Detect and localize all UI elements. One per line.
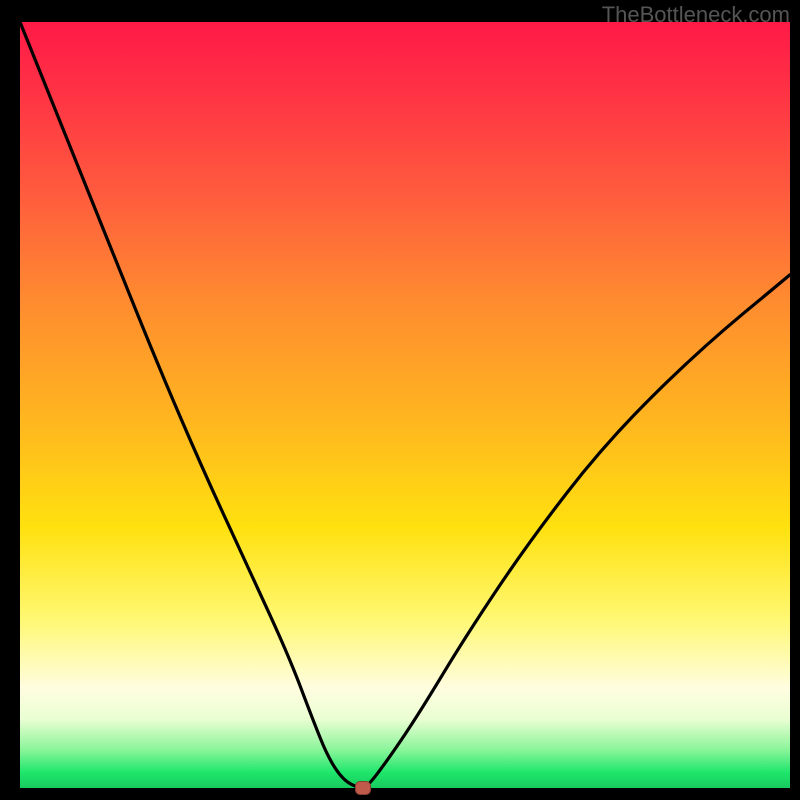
plot-area [20, 22, 790, 788]
bottleneck-curve [20, 22, 790, 788]
optimum-marker [355, 781, 371, 795]
chart-frame: TheBottleneck.com [0, 0, 800, 800]
watermark-text: TheBottleneck.com [602, 2, 790, 28]
